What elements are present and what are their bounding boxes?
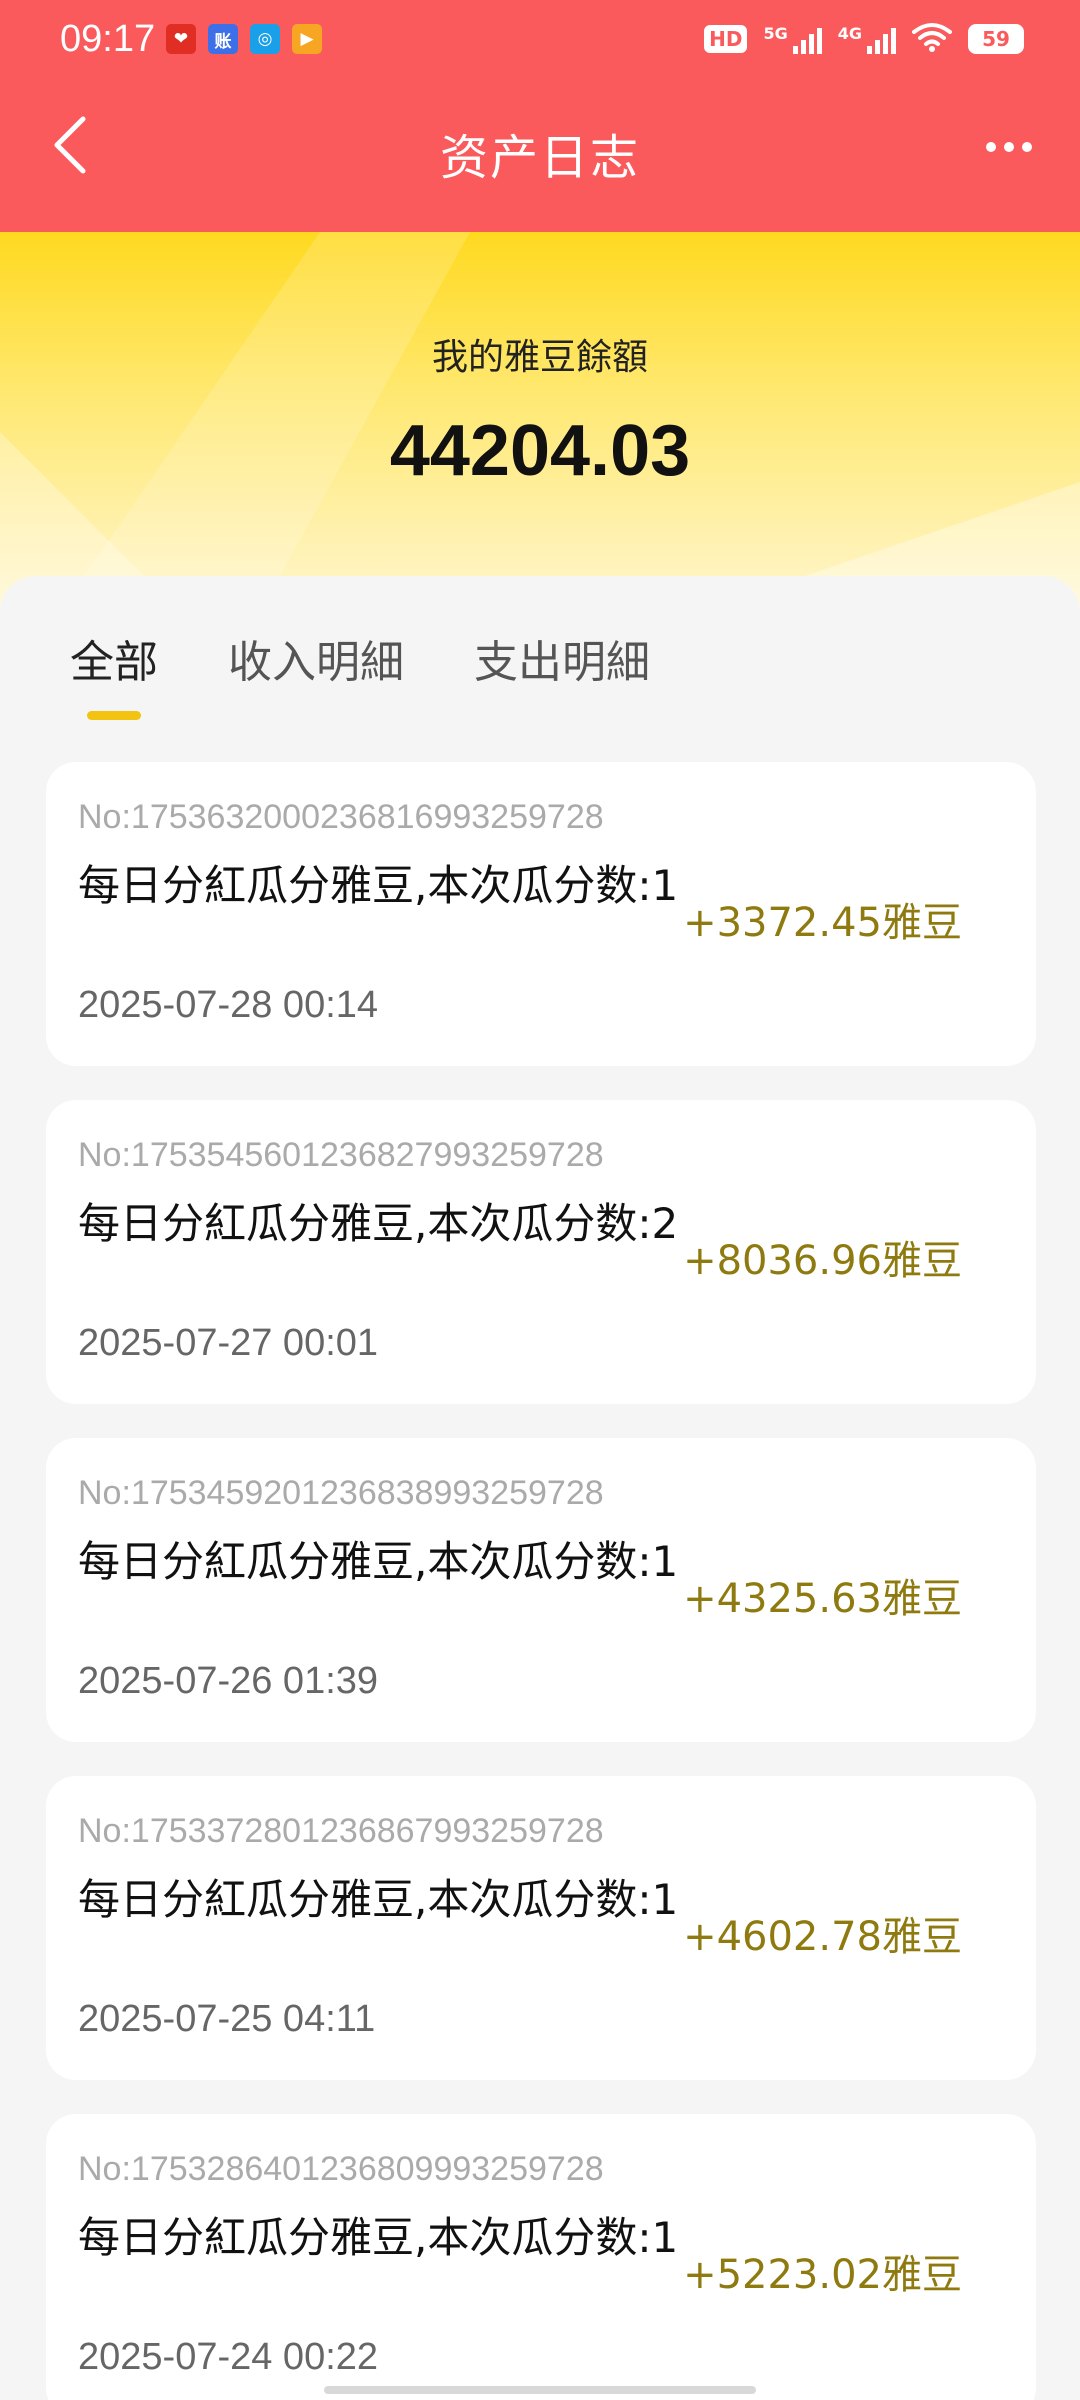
filter-tabs: 全部 收入明細 支出明細 <box>70 626 650 720</box>
signal-4g-icon: 4G <box>838 24 896 54</box>
balance-banner: 我的雅豆餘額 44204.03 <box>0 232 1080 612</box>
record-amount: +5223.02雅豆 <box>683 2252 962 2298</box>
record-card[interactable]: No:1753286401236809993259728 每日分紅瓜分雅豆,本次瓜… <box>46 2114 1036 2400</box>
record-amount: +4602.78雅豆 <box>683 1914 962 1960</box>
china-mobile-app-icon: ◎ <box>250 24 280 54</box>
status-bar: 09:17 ❤ 账 ◎ ▶ HD 5G 4G 59 <box>0 0 1080 82</box>
record-amount: +3372.45雅豆 <box>683 900 962 946</box>
signal-5g-icon: 5G <box>763 24 822 54</box>
record-list: No:1753632000236816993259728 每日分紅瓜分雅豆,本次瓜… <box>46 762 1036 2400</box>
wifi-icon <box>912 22 952 56</box>
record-number: No:1753286401236809993259728 <box>78 2150 604 2188</box>
record-amount: +4325.63雅豆 <box>683 1576 962 1622</box>
tab-income[interactable]: 收入明細 <box>228 626 404 720</box>
more-options-button[interactable] <box>974 122 1044 172</box>
record-description: 每日分紅瓜分雅豆,本次瓜分数:1 <box>78 1537 679 1586</box>
record-amount: +8036.96雅豆 <box>683 1238 962 1284</box>
battery-icon: 59 <box>968 24 1024 54</box>
balance-label: 我的雅豆餘額 <box>431 337 648 378</box>
record-number: No:1753632000236816993259728 <box>78 798 604 836</box>
record-date: 2025-07-25 04:11 <box>78 1998 376 2040</box>
record-date: 2025-07-24 00:22 <box>78 2336 379 2378</box>
record-description: 每日分紅瓜分雅豆,本次瓜分数:1 <box>78 861 679 910</box>
app-header: 09:17 ❤ 账 ◎ ▶ HD 5G 4G 59 资产日志 <box>0 0 1080 232</box>
tab-all[interactable]: 全部 <box>70 626 158 720</box>
record-card[interactable]: No:1753632000236816993259728 每日分紅瓜分雅豆,本次瓜… <box>46 762 1036 1066</box>
record-number: No:1753545601236827993259728 <box>78 1136 604 1174</box>
record-description: 每日分紅瓜分雅豆,本次瓜分数:1 <box>78 1875 679 1924</box>
record-date: 2025-07-27 00:01 <box>78 1322 379 1364</box>
record-number: No:1753459201236838993259728 <box>78 1474 604 1512</box>
record-number: No:1753372801236867993259728 <box>78 1812 604 1850</box>
status-app-icons: ❤ 账 ◎ ▶ <box>166 24 322 54</box>
record-card[interactable]: No:1753545601236827993259728 每日分紅瓜分雅豆,本次瓜… <box>46 1100 1036 1404</box>
record-description: 每日分紅瓜分雅豆,本次瓜分数:2 <box>78 1199 679 1248</box>
status-time: 09:17 <box>60 18 156 60</box>
more-dot-icon <box>986 142 996 152</box>
record-date: 2025-07-26 01:39 <box>78 1660 379 1702</box>
balance-amount: 44204.03 <box>389 411 691 491</box>
page-title: 资产日志 <box>439 130 640 186</box>
video-app-icon: ▶ <box>292 24 322 54</box>
record-date: 2025-07-28 00:14 <box>78 984 379 1026</box>
more-dot-icon <box>1004 142 1014 152</box>
pinduoduo-app-icon: ❤ <box>166 24 196 54</box>
hd-voice-icon: HD <box>704 25 748 53</box>
tab-expense[interactable]: 支出明細 <box>474 626 650 720</box>
records-panel: 全部 收入明細 支出明細 No:1753632000236816993259728 每… <box>0 576 1080 2400</box>
more-dot-icon <box>1022 142 1032 152</box>
status-indicators: HD 5G 4G 59 <box>704 22 1024 56</box>
record-description: 每日分紅瓜分雅豆,本次瓜分数:1 <box>78 2213 679 2262</box>
navigation-bar: 资产日志 <box>0 82 1080 232</box>
ledger-app-icon: 账 <box>208 24 238 54</box>
home-indicator[interactable] <box>324 2386 756 2394</box>
record-card[interactable]: No:1753459201236838993259728 每日分紅瓜分雅豆,本次瓜… <box>46 1438 1036 1742</box>
record-card[interactable]: No:1753372801236867993259728 每日分紅瓜分雅豆,本次瓜… <box>46 1776 1036 2080</box>
